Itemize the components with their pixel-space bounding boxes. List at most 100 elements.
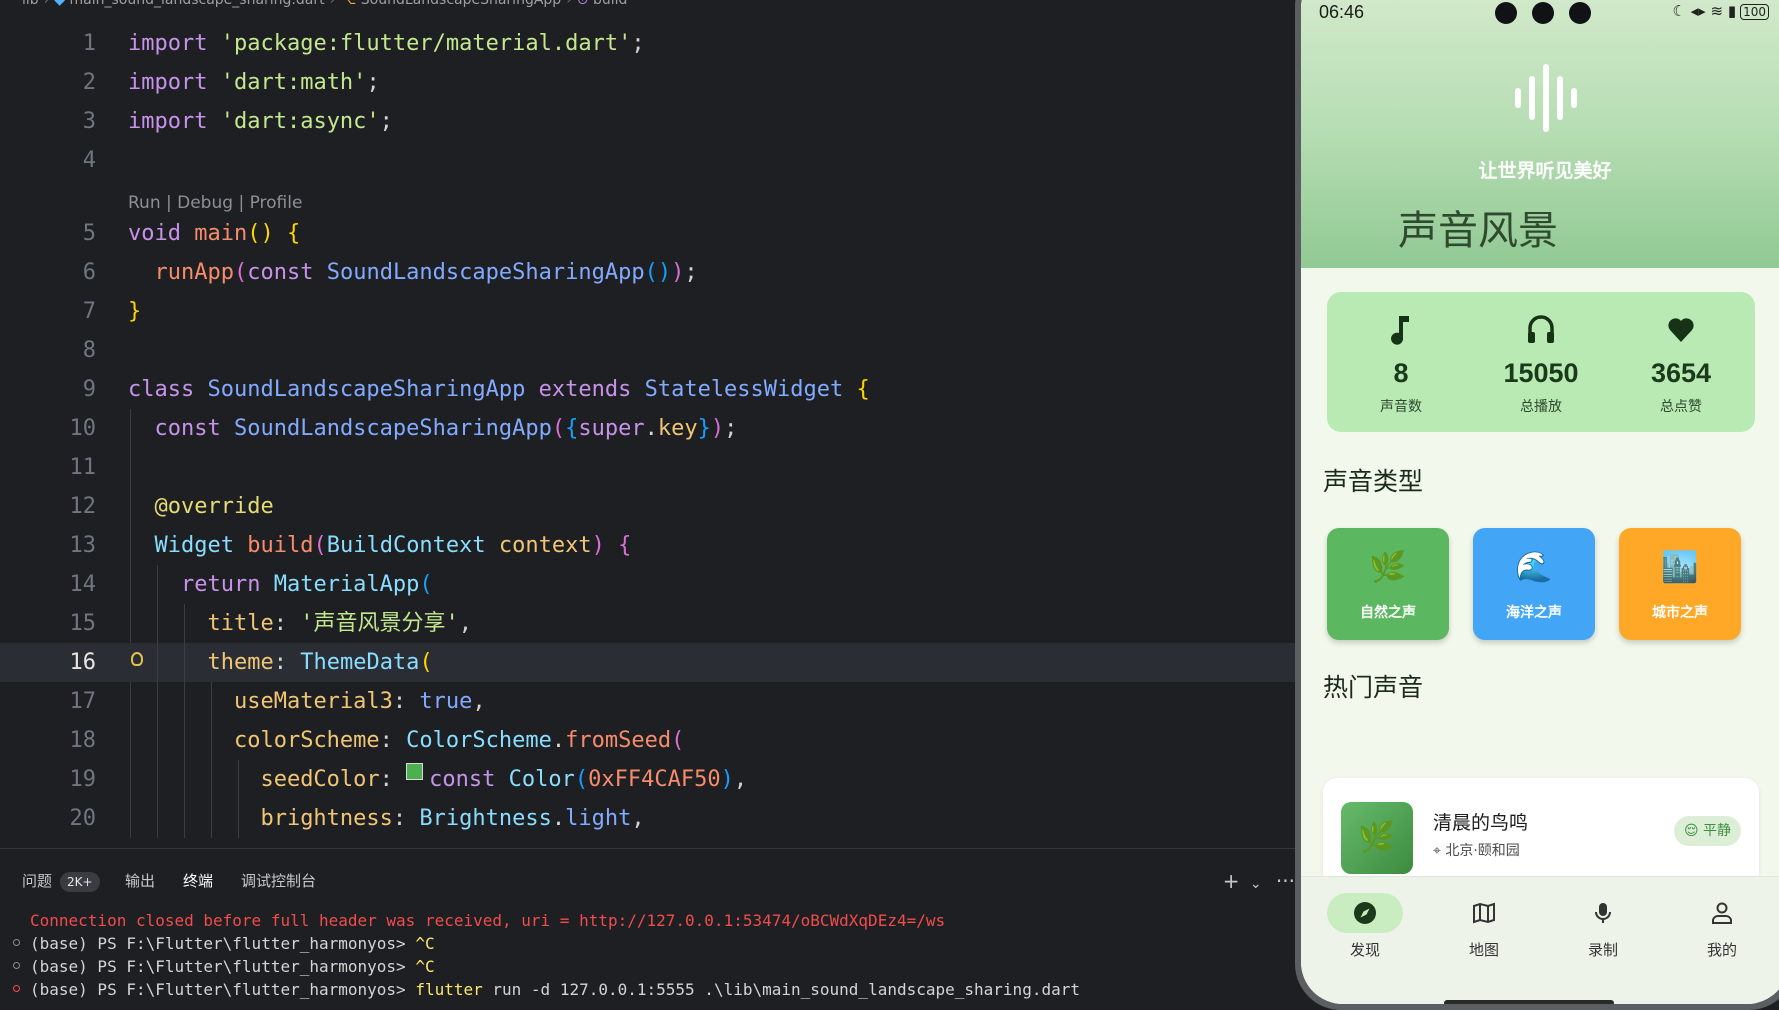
property-name: seedColor xyxy=(260,767,380,792)
bracket: ) xyxy=(720,767,734,792)
code-line[interactable]: 19 seedColor: const Color(0xFF4CAF50), xyxy=(0,760,1295,799)
category-ocean[interactable]: 🌊 海洋之声 xyxy=(1473,528,1595,640)
code-line[interactable]: 3 import 'dart:async'; xyxy=(0,102,1295,141)
code-line[interactable]: 20 brightness: Brightness.light, xyxy=(0,799,1295,838)
home-indicator[interactable] xyxy=(1444,1000,1614,1004)
code-line[interactable]: 10 const SoundLandscapeSharingApp({super… xyxy=(0,409,1295,448)
terminal-command-args: run -d 127.0.0.1:5555 .\lib\main_sound_l… xyxy=(482,980,1080,999)
cell-signal-icon: ▮ xyxy=(1727,2,1737,20)
sound-thumbnail: 🌿 xyxy=(1341,802,1413,874)
category-label: 城市之声 xyxy=(1652,605,1708,621)
breadcrumb-method[interactable]: build xyxy=(593,0,627,8)
line-number: 16 xyxy=(69,650,97,675)
nav-map[interactable]: 地图 xyxy=(1434,893,1534,960)
code-line-current[interactable]: 16 theme: ThemeData( xyxy=(0,643,1295,682)
terminal-line: (base) PS F:\Flutter\flutter_harmonyos> … xyxy=(0,932,1295,955)
function-call: fromSeed xyxy=(565,728,672,753)
code-line[interactable]: 17 useMaterial3: true, xyxy=(0,682,1295,721)
code-line[interactable]: 1 import 'package:flutter/material.dart'; xyxy=(0,24,1295,63)
code-line[interactable]: 15 title: '声音风景分享', xyxy=(0,604,1295,643)
leaf-icon: 🌿 xyxy=(1369,550,1407,585)
code-line[interactable]: 12 @override xyxy=(0,487,1295,526)
nav-label: 我的 xyxy=(1706,941,1737,959)
leaf-icon: 🌿 xyxy=(1358,820,1396,855)
line-number: 18 xyxy=(69,728,97,753)
breadcrumb-class[interactable]: SoundLandscapeSharingApp xyxy=(361,0,561,8)
line-number: 1 xyxy=(82,31,96,56)
stat-value: 15050 xyxy=(1503,358,1579,388)
code-line[interactable]: 2 import 'dart:math'; xyxy=(0,63,1295,102)
sound-list-item[interactable]: 🌿 清晨的鸟鸣 ⌖ 北京·颐和园 😌 平静 xyxy=(1323,778,1759,888)
tab-problems[interactable]: 问题 2K+ xyxy=(22,867,100,895)
category-label: 自然之声 xyxy=(1360,605,1416,621)
code-line[interactable]: 4 xyxy=(0,141,1295,180)
chevron-down-icon[interactable]: ⌄ xyxy=(1250,876,1262,892)
breadcrumb-folder[interactable]: lib xyxy=(22,0,39,8)
keyword: super xyxy=(578,416,645,441)
mood-chip[interactable]: 😌 平静 xyxy=(1673,816,1741,846)
nav-record[interactable]: 录制 xyxy=(1553,893,1653,960)
code-line[interactable]: 8 xyxy=(0,331,1295,370)
line-number: 6 xyxy=(82,260,96,285)
tab-terminal[interactable]: 终端 xyxy=(174,867,222,895)
phone-emulator: 06:46 ☾ ◂▸ ≋ ▮ 100 让世界听见美好 声音风景 8 声音数 15… xyxy=(1295,0,1779,1010)
color-swatch[interactable] xyxy=(406,763,424,780)
keyword: extends xyxy=(525,377,632,402)
bracket: ( xyxy=(419,650,433,675)
codelens[interactable]: Run | Debug | Profile xyxy=(0,180,1295,214)
line-number: 10 xyxy=(69,416,97,441)
stat-total-likes: 3654 总点赞 xyxy=(1611,292,1751,432)
class-name: MaterialApp xyxy=(260,572,420,597)
command-status-dot-icon[interactable] xyxy=(13,939,20,946)
command-status-dot-icon[interactable] xyxy=(13,962,20,969)
battery-icon: 100 xyxy=(1740,4,1769,20)
line-number: 7 xyxy=(82,299,96,324)
code-line[interactable]: 13 Widget build(BuildContext context) { xyxy=(0,526,1295,565)
bracket: ( xyxy=(419,572,433,597)
bottom-navigation: 发现 地图 录制 我的 xyxy=(1301,876,1779,1004)
code-line[interactable]: 7} xyxy=(0,292,1295,331)
bracket: () xyxy=(644,260,672,285)
wifi-icon: ≋ xyxy=(1710,2,1724,20)
code-line[interactable]: 18 colorScheme: ColorScheme.fromSeed( xyxy=(0,721,1295,760)
tab-label: 问题 xyxy=(22,872,53,890)
code-editor[interactable]: lib › ◆ main_sound_landscape_sharing.dart ›… xyxy=(0,0,1295,848)
new-terminal-plus-icon[interactable]: + xyxy=(1223,869,1240,893)
problems-count-badge: 2K+ xyxy=(60,872,100,892)
more-actions-icon[interactable]: ··· xyxy=(1276,869,1295,893)
punctuation: , xyxy=(631,806,645,831)
terminal-line: (base) PS F:\Flutter\flutter_harmonyos> … xyxy=(0,955,1295,978)
code-line[interactable]: 11 xyxy=(0,448,1295,487)
tab-output[interactable]: 输出 xyxy=(125,867,155,895)
nav-profile[interactable]: 我的 xyxy=(1672,893,1772,960)
class-name: BuildContext xyxy=(326,533,486,558)
tab-debug-console[interactable]: 调试控制台 xyxy=(241,867,316,895)
app-title: 声音风景 xyxy=(1398,208,1558,254)
heart-icon xyxy=(1668,318,1694,342)
terminal-output[interactable]: Connection closed before full header was… xyxy=(0,909,1295,1001)
line-number: 12 xyxy=(69,494,97,519)
terminal-line: Connection closed before full header was… xyxy=(0,909,1295,932)
class-name: ThemeData xyxy=(300,650,420,675)
stat-label: 声音数 xyxy=(1380,399,1422,415)
nav-discover[interactable]: 发现 xyxy=(1315,893,1415,960)
category-nature[interactable]: 🌿 自然之声 xyxy=(1327,528,1449,640)
map-icon xyxy=(1473,902,1495,924)
code-line[interactable]: 14 return MaterialApp( xyxy=(0,565,1295,604)
property-name: title xyxy=(207,611,274,636)
bracket: () xyxy=(247,221,274,246)
code-area[interactable]: 1 import 'package:flutter/material.dart';… xyxy=(0,24,1295,838)
command-error-dot-icon[interactable] xyxy=(13,985,20,992)
punctuation: ; xyxy=(684,260,698,285)
code-line[interactable]: 5 void main() { xyxy=(0,214,1295,253)
method-icon: ⊙ xyxy=(576,0,593,8)
line-number: 8 xyxy=(82,338,96,363)
code-line[interactable]: 9 class SoundLandscapeSharingApp extends … xyxy=(0,370,1295,409)
category-city[interactable]: 🏙️ 城市之声 xyxy=(1619,528,1741,640)
categories-heading: 声音类型 xyxy=(1323,467,1424,496)
breadcrumb-file[interactable]: main_sound_landscape_sharing.dart xyxy=(70,0,325,8)
code-line[interactable]: 6 runApp(const SoundLandscapeSharingApp(… xyxy=(0,253,1295,292)
nav-label: 录制 xyxy=(1587,941,1618,959)
terminal-prompt: (base) PS F:\Flutter\flutter_harmonyos> xyxy=(30,934,416,953)
phone-screen[interactable]: 06:46 ☾ ◂▸ ≋ ▮ 100 让世界听见美好 声音风景 8 声音数 15… xyxy=(1301,0,1779,1004)
